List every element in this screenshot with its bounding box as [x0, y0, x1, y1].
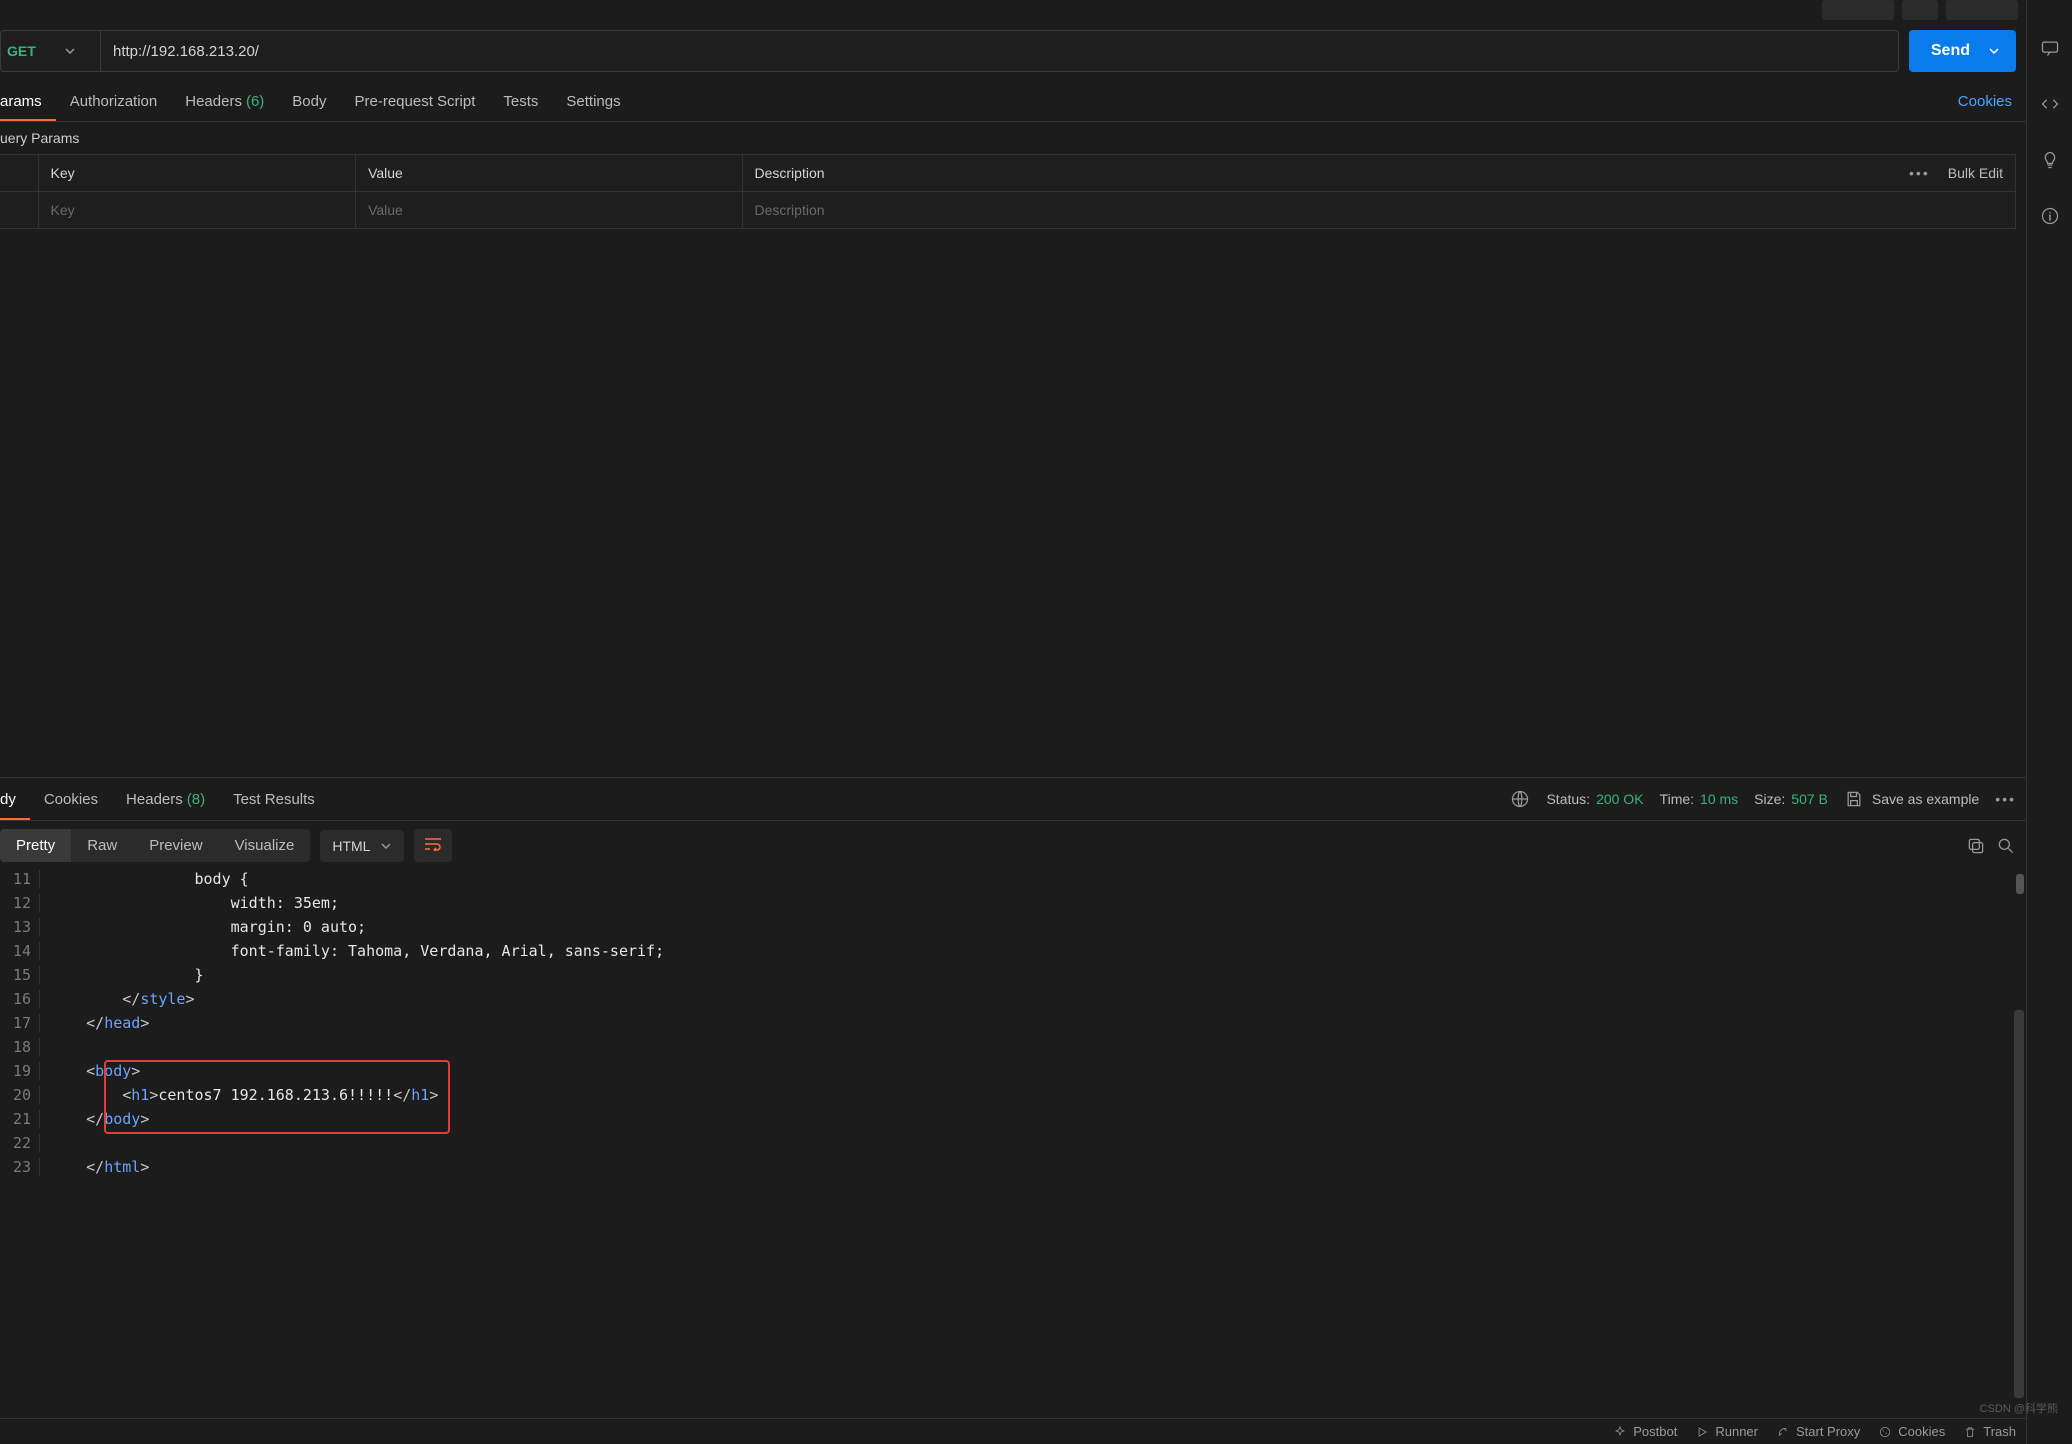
chevron-down-icon [1988, 45, 2000, 57]
query-params-table: Key Value Description ••• Bulk Edit [0, 154, 2016, 229]
table-row[interactable]: Key Value Description [0, 192, 2016, 229]
tab-prerequest[interactable]: Pre-request Script [341, 82, 490, 121]
tab-headers[interactable]: Headers(6) [171, 82, 278, 121]
method-url-bar: GET [0, 30, 1899, 72]
col-value: Value [356, 155, 742, 192]
scrollbar-marker [2016, 874, 2024, 894]
code-line: 12 width: 35em; [0, 894, 2016, 918]
view-pretty[interactable]: Pretty [0, 829, 71, 862]
code-line: 19 <body> [0, 1062, 2016, 1086]
resp-tab-test-results[interactable]: Test Results [219, 778, 329, 820]
status-postbot[interactable]: Postbot [1613, 1424, 1677, 1439]
query-params-title: uery Params [0, 122, 2016, 154]
description-cell[interactable]: Description [742, 192, 2016, 229]
view-mode-segmented: Pretty Raw Preview Visualize [0, 829, 310, 862]
send-button[interactable]: Send [1909, 30, 2016, 72]
play-icon [1695, 1425, 1709, 1439]
trash-icon [1963, 1425, 1977, 1439]
ghost-chip [1822, 0, 1894, 20]
comments-icon[interactable] [2040, 38, 2060, 58]
send-button-label: Send [1931, 42, 1970, 60]
ghost-chip [1902, 0, 1938, 20]
save-as-example-button[interactable]: Save as example [1844, 789, 1979, 809]
code-line: 11 body { [0, 870, 2016, 894]
more-options-icon[interactable]: ••• [1995, 791, 2016, 807]
cookie-icon [1878, 1425, 1892, 1439]
satellite-icon [1776, 1425, 1790, 1439]
cookies-link[interactable]: Cookies [1958, 93, 2016, 110]
columns-options-icon[interactable]: ••• [1909, 165, 1930, 181]
tab-authorization[interactable]: Authorization [56, 82, 172, 121]
value-cell[interactable]: Value [356, 192, 742, 229]
code-line: 14 font-family: Tahoma, Verdana, Arial, … [0, 942, 2016, 966]
resp-tab-body[interactable]: dy [0, 778, 30, 820]
status-trash[interactable]: Trash [1963, 1424, 2016, 1439]
view-visualize[interactable]: Visualize [219, 829, 311, 862]
bulk-edit-link[interactable]: Bulk Edit [1948, 165, 2003, 181]
status-readout: Status:200 OK [1546, 791, 1643, 807]
lightbulb-icon[interactable] [2040, 150, 2060, 170]
status-start-proxy[interactable]: Start Proxy [1776, 1424, 1860, 1439]
status-runner[interactable]: Runner [1695, 1424, 1758, 1439]
col-key: Key [38, 155, 356, 192]
right-rail [2026, 0, 2072, 1444]
code-line: 16 </style> [0, 990, 2016, 1014]
sparkle-icon [1613, 1425, 1627, 1439]
row-selector-header [0, 155, 38, 192]
code-line: 22 [0, 1134, 2016, 1158]
wrap-icon [424, 837, 442, 851]
ghost-chip [1946, 0, 2018, 20]
http-method-value: GET [7, 43, 36, 59]
view-preview[interactable]: Preview [133, 829, 218, 862]
tab-body[interactable]: Body [278, 82, 340, 121]
scrollbar-thumb[interactable] [2014, 1010, 2024, 1398]
response-code-viewer[interactable]: 11 body {12 width: 35em;13 margin: 0 aut… [0, 870, 2026, 1418]
col-description: Description ••• Bulk Edit [742, 155, 2016, 192]
code-line: 18 [0, 1038, 2016, 1062]
save-icon [1844, 789, 1864, 809]
code-line: 15 } [0, 966, 2016, 990]
tab-tests[interactable]: Tests [489, 82, 552, 121]
code-line: 20 <h1>centos7 192.168.213.6!!!!!</h1> [0, 1086, 2016, 1110]
wrap-lines-button[interactable] [414, 829, 452, 862]
code-line: 21 </body> [0, 1110, 2016, 1134]
code-line: 13 margin: 0 auto; [0, 918, 2016, 942]
chevron-down-icon [380, 840, 392, 852]
tab-params[interactable]: arams [0, 82, 56, 121]
http-method-select[interactable]: GET [1, 31, 101, 71]
col-description-label: Description [755, 165, 825, 181]
time-readout: Time:10 ms [1660, 791, 1739, 807]
view-raw[interactable]: Raw [71, 829, 133, 862]
tab-settings[interactable]: Settings [552, 82, 634, 121]
status-cookies[interactable]: Cookies [1878, 1424, 1945, 1439]
chevron-down-icon [64, 45, 76, 57]
code-line: 23 </html> [0, 1158, 2016, 1182]
copy-icon[interactable] [1966, 836, 1986, 856]
info-icon[interactable] [2040, 206, 2060, 226]
size-readout: Size:507 B [1754, 791, 1828, 807]
resp-tab-cookies[interactable]: Cookies [30, 778, 112, 820]
code-icon[interactable] [2040, 94, 2060, 114]
url-input[interactable] [101, 31, 1898, 71]
language-value: HTML [332, 838, 370, 854]
tab-strip-remnant [0, 0, 2026, 20]
globe-icon[interactable] [1510, 789, 1530, 809]
key-cell[interactable]: Key [38, 192, 356, 229]
search-icon[interactable] [1996, 836, 2016, 856]
status-bar: Postbot Runner Start Proxy Cookies Trash [0, 1418, 2026, 1444]
code-line: 17 </head> [0, 1014, 2016, 1038]
resp-tab-headers[interactable]: Headers(8) [112, 778, 219, 820]
language-select[interactable]: HTML [320, 830, 404, 862]
